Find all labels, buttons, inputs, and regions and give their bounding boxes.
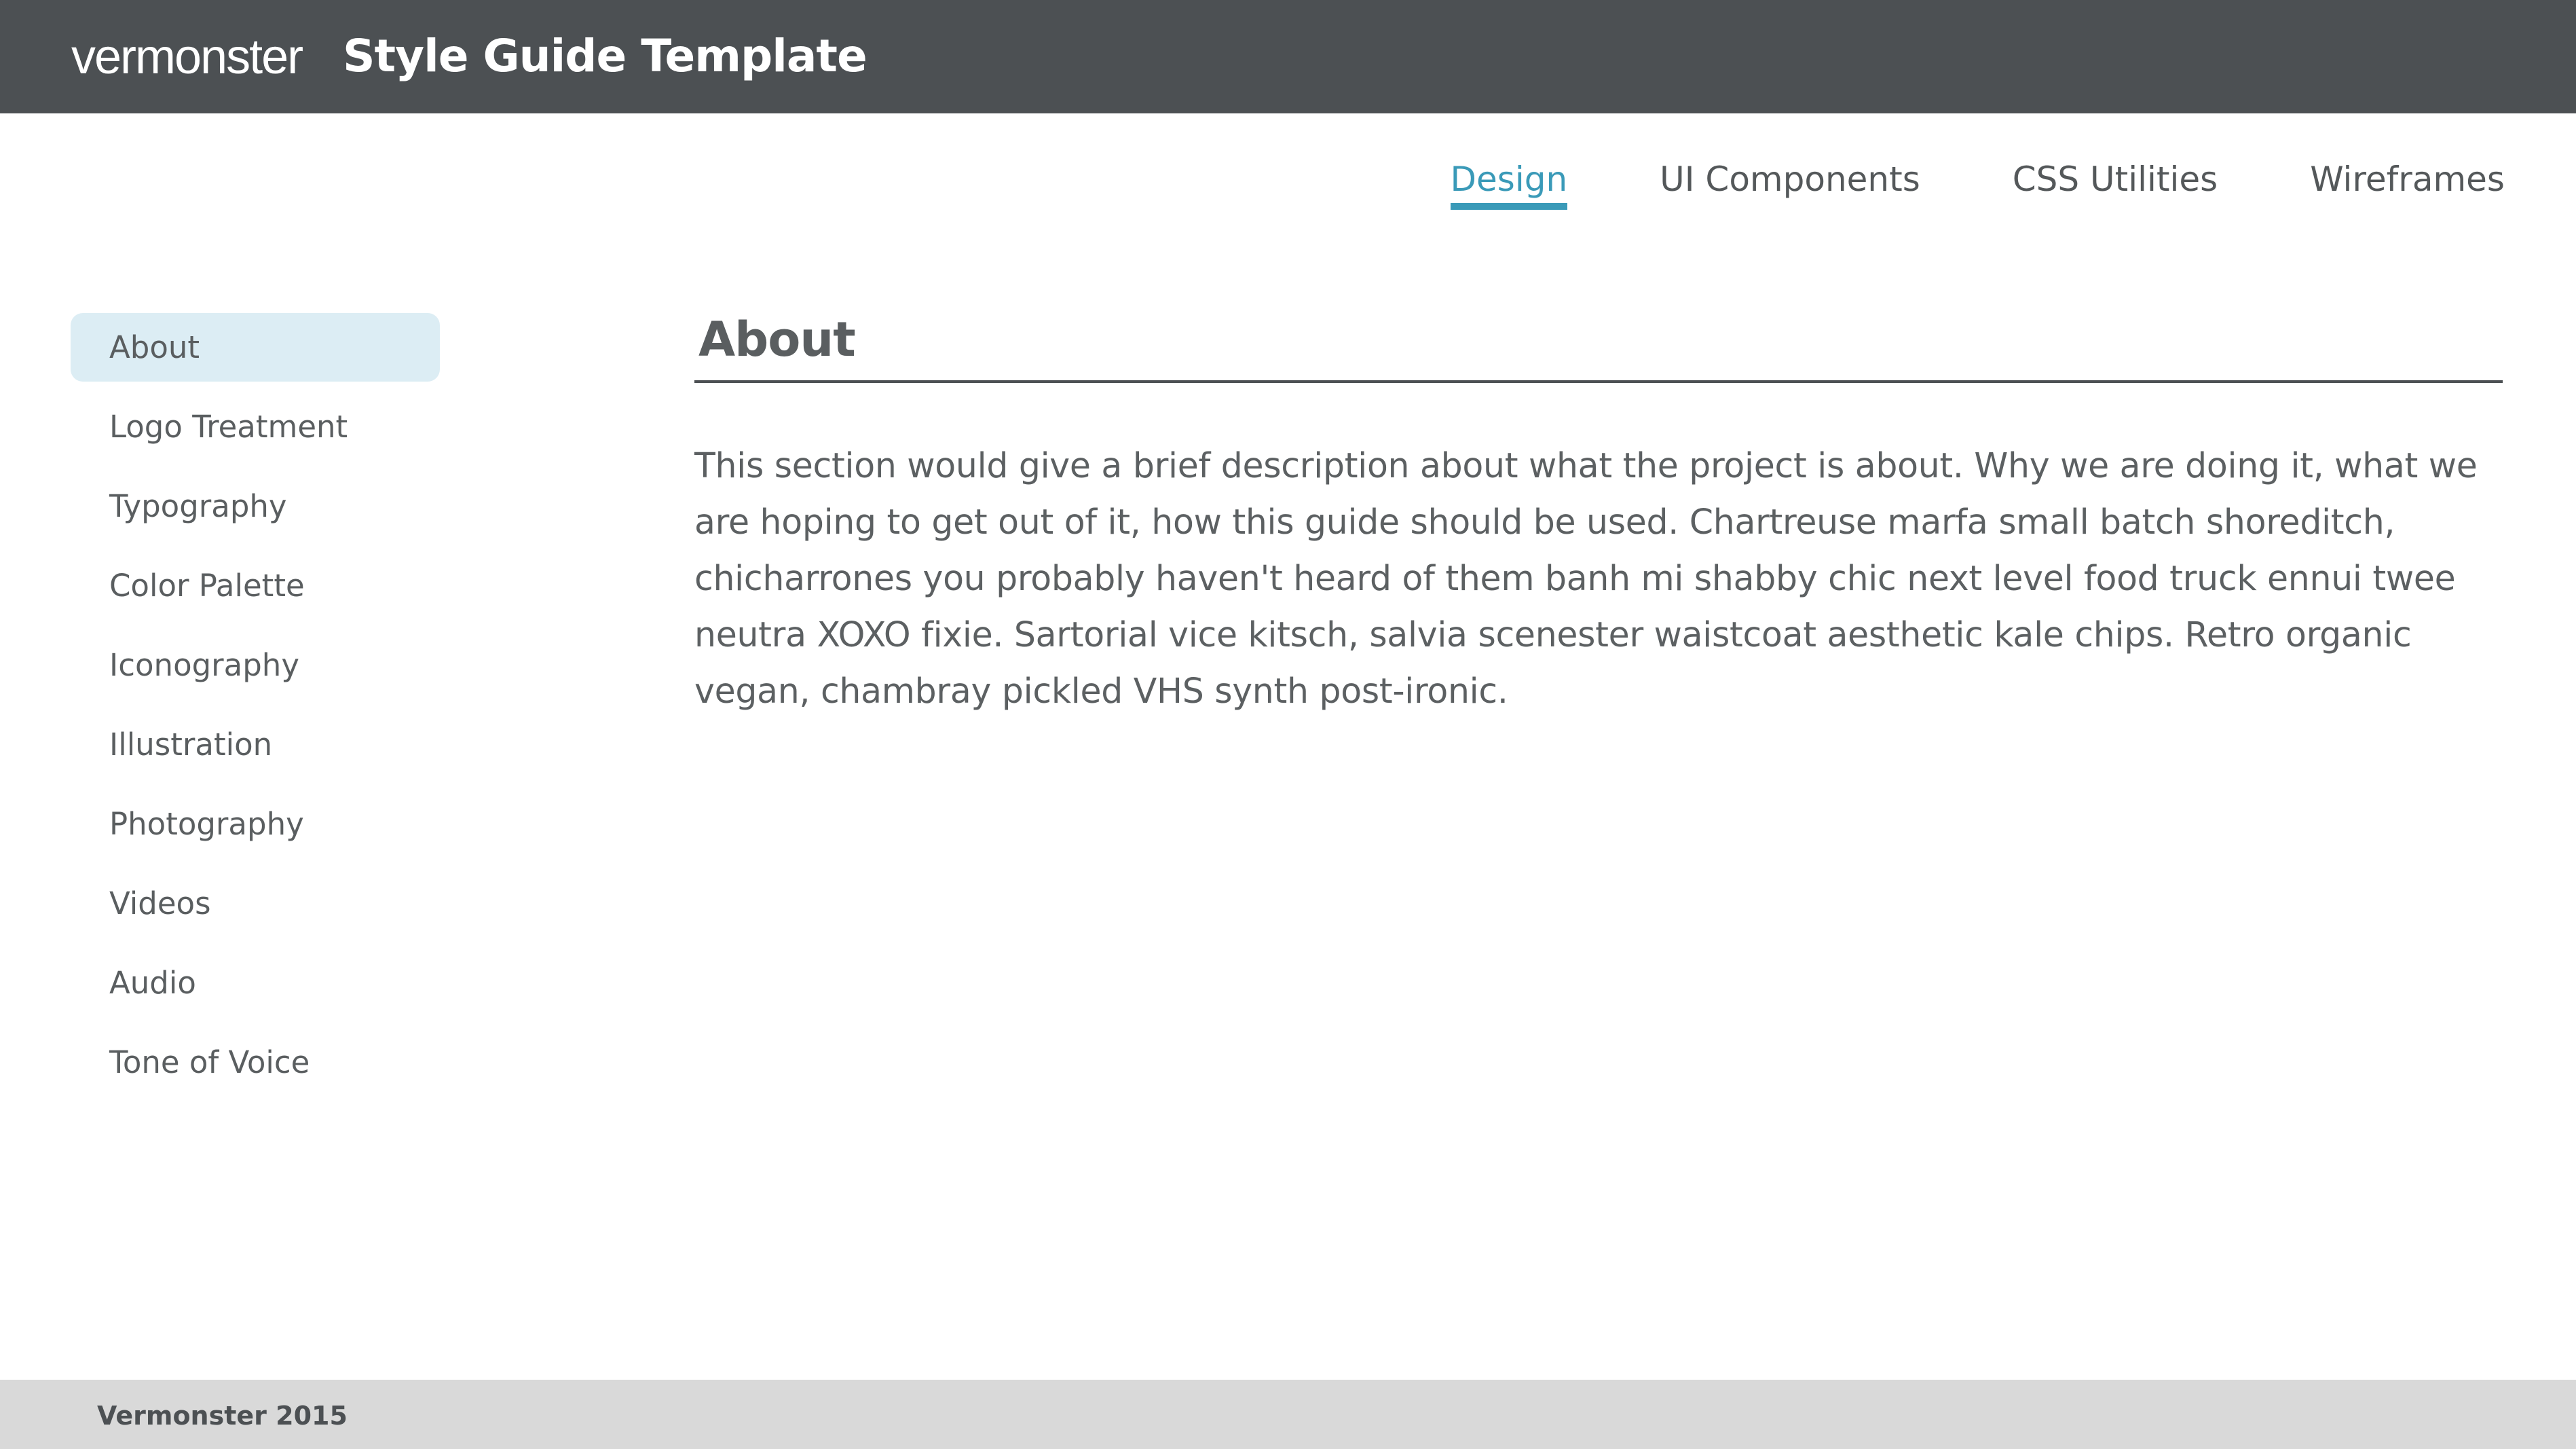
section-title: About xyxy=(698,312,856,367)
sidebar-item-audio[interactable]: Audio xyxy=(71,949,440,1017)
sidebar-item-photography[interactable]: Photography xyxy=(71,790,440,858)
sidebar-item-videos[interactable]: Videos xyxy=(71,869,440,938)
sidebar-item-illustration[interactable]: Illustration xyxy=(71,710,440,779)
sidebar-item-iconography[interactable]: Iconography xyxy=(71,631,440,699)
tab-ui-components[interactable]: UI Components xyxy=(1660,155,1920,204)
tab-wireframes[interactable]: Wireframes xyxy=(2310,155,2505,204)
top-navigation: Design UI Components CSS Utilities Wiref… xyxy=(1450,155,2505,210)
footer-copyright: Vermonster 2015 xyxy=(97,1401,348,1431)
tab-css-utilities[interactable]: CSS Utilities xyxy=(2013,155,2218,204)
tab-design[interactable]: Design xyxy=(1450,155,1567,210)
sidebar-item-tone-of-voice[interactable]: Tone of Voice xyxy=(71,1028,440,1097)
sidebar-item-logo-treatment[interactable]: Logo Treatment xyxy=(71,392,440,461)
page: vermonster Style Guide Template Design U… xyxy=(0,0,2576,1449)
section-description: This section would give a brief descript… xyxy=(694,445,2478,711)
sidebar-item-typography[interactable]: Typography xyxy=(71,472,440,540)
sidebar-item-about[interactable]: About xyxy=(71,313,440,382)
app-title: Style Guide Template xyxy=(343,30,867,82)
page-footer: Vermonster 2015 xyxy=(0,1380,2576,1449)
app-header: vermonster Style Guide Template xyxy=(0,0,2576,113)
main-content: About This section would give a brief de… xyxy=(694,306,2503,754)
vermonster-logo[interactable]: vermonster xyxy=(71,30,303,84)
title-divider xyxy=(694,380,2503,383)
sidebar-item-color-palette[interactable]: Color Palette xyxy=(71,551,440,620)
sidebar: About Logo Treatment Typography Color Pa… xyxy=(71,313,440,1107)
